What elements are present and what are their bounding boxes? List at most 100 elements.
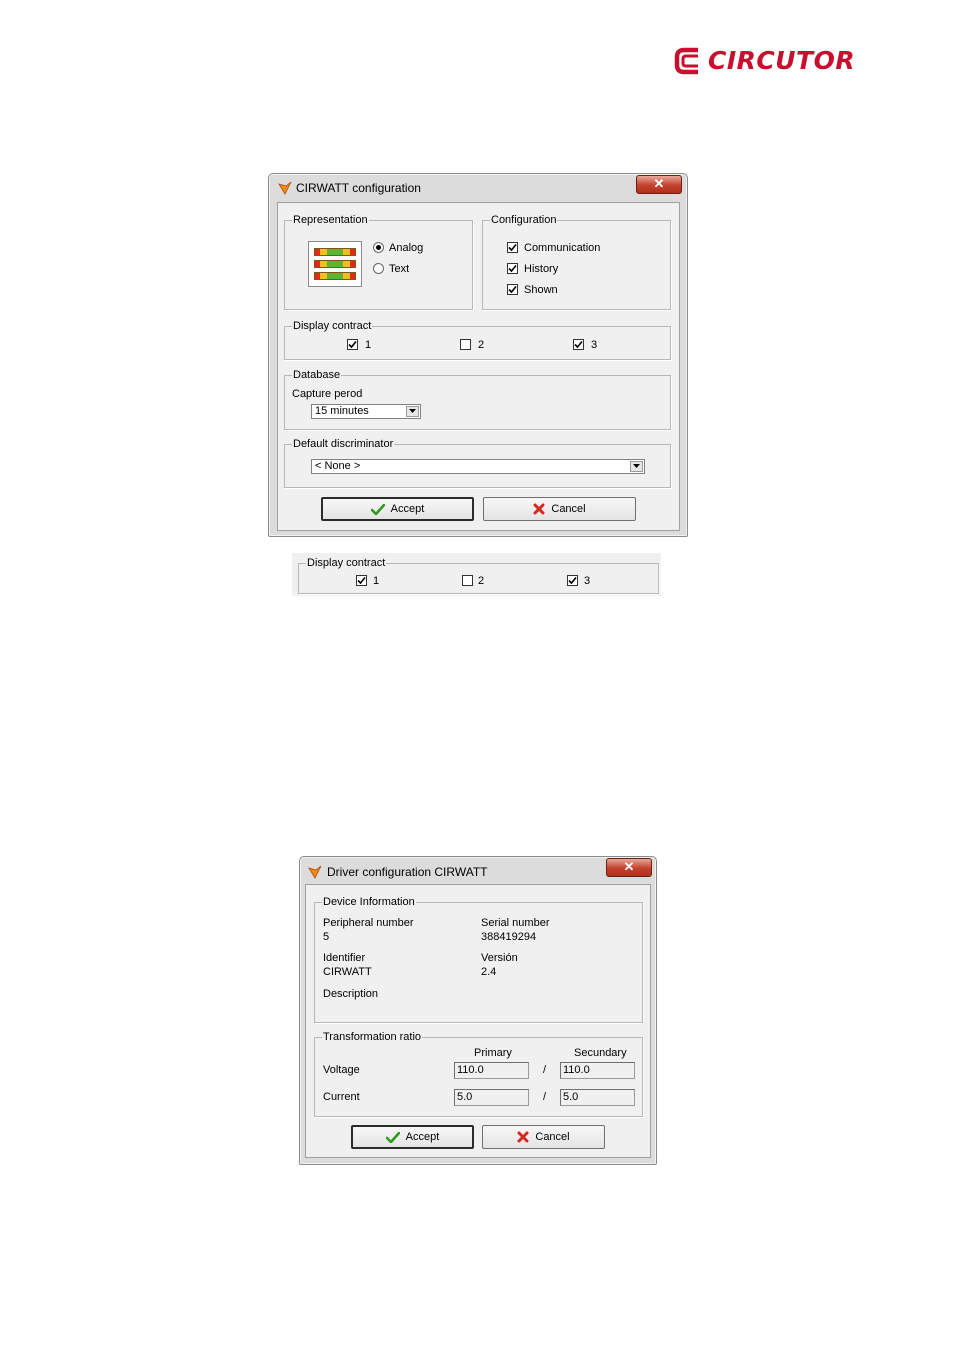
- capture-period-label: Capture perod: [292, 388, 363, 400]
- identifier-value: CIRWATT: [323, 966, 372, 978]
- crop-display-contract-legend: Display contract: [306, 556, 387, 570]
- radio-text[interactable]: [373, 263, 384, 274]
- transformation-ratio-group: Transformation ratio Primary Secundary V…: [314, 1030, 643, 1117]
- device-information-legend: Device Information: [322, 895, 416, 909]
- voltage-primary-value: 110.0: [457, 1064, 484, 1076]
- display-contract-legend: Display contract: [292, 319, 373, 333]
- accept-label: Accept: [390, 503, 425, 516]
- crop-contract-3-label: 3: [584, 575, 591, 587]
- check-icon: [357, 576, 366, 585]
- current-secondary-value: 5.0: [563, 1091, 579, 1103]
- checkbox-contract-3[interactable]: [573, 339, 584, 350]
- configuration-group: Configuration Communication History Show…: [482, 213, 671, 310]
- discriminator-value: < None >: [315, 460, 361, 472]
- circutor-logo: CIRCUTOR: [672, 44, 855, 80]
- checkbox-contract-1[interactable]: [347, 339, 358, 350]
- cancel-label: Cancel: [551, 503, 586, 516]
- contract-3-label: 3: [591, 339, 598, 351]
- circutor-logo-mark: [674, 47, 698, 75]
- chevron-down-icon[interactable]: [406, 406, 419, 417]
- dialog-client-area: Device Information Peripheral number 5 S…: [305, 884, 651, 1158]
- check-icon: [508, 264, 517, 273]
- radio-text-label: Text: [389, 263, 410, 275]
- primary-header: Primary: [474, 1047, 512, 1059]
- cirwatt-configuration-dialog: CIRWATT configuration ✕ Representation A…: [268, 173, 688, 537]
- current-label: Current: [323, 1091, 360, 1103]
- discriminator-select[interactable]: < None >: [311, 459, 645, 474]
- accept-label: Accept: [405, 1131, 440, 1144]
- checkbox-shown[interactable]: [507, 284, 518, 295]
- radio-analog-label: Analog: [389, 242, 424, 254]
- voltage-primary-field[interactable]: 110.0: [454, 1062, 529, 1079]
- serial-number-label: Serial number: [481, 917, 550, 929]
- red-x-icon: [517, 1131, 529, 1143]
- logo-text: CIRCUTOR: [708, 46, 856, 75]
- dialog-client-area: Representation Analog Text Configuration…: [277, 202, 680, 531]
- check-icon: [508, 243, 517, 252]
- identifier-label: Identifier: [323, 952, 366, 964]
- red-x-icon: [533, 503, 545, 515]
- check-icon: [508, 285, 517, 294]
- configuration-legend: Configuration: [490, 213, 558, 227]
- crop-contract-2-label: 2: [478, 575, 485, 587]
- version-value: 2.4: [481, 966, 497, 978]
- peripheral-number-label: Peripheral number: [323, 917, 414, 929]
- checkbox-communication[interactable]: [507, 242, 518, 253]
- app-icon: [278, 181, 292, 195]
- crop-checkbox-contract-3[interactable]: [567, 575, 578, 586]
- cancel-button[interactable]: Cancel: [482, 1125, 605, 1149]
- cancel-button[interactable]: Cancel: [483, 497, 636, 521]
- peripheral-number-value: 5: [323, 931, 330, 943]
- check-icon: [568, 576, 577, 585]
- ratio-separator: /: [543, 1064, 547, 1076]
- default-discriminator-group: Default discriminator < None >: [284, 437, 671, 488]
- analog-preview-image: [308, 241, 362, 287]
- contract-1-label: 1: [365, 339, 372, 351]
- radio-selected-dot: [376, 245, 381, 250]
- close-button[interactable]: ✕: [606, 858, 652, 877]
- current-primary-field[interactable]: 5.0: [454, 1089, 529, 1106]
- dialog-title: CIRWATT configuration: [296, 181, 421, 195]
- version-label: Versión: [481, 952, 518, 964]
- check-icon: [348, 340, 357, 349]
- radio-analog[interactable]: [373, 242, 384, 253]
- capture-period-select[interactable]: 15 minutes: [311, 404, 421, 419]
- accept-button[interactable]: Accept: [351, 1125, 474, 1149]
- representation-group: Representation Analog Text: [284, 213, 473, 310]
- database-group: Database Capture perod 15 minutes: [284, 368, 671, 430]
- crop-display-contract-group: Display contract 1 2 3: [298, 556, 659, 594]
- database-legend: Database: [292, 368, 342, 382]
- chevron-down-icon[interactable]: [630, 461, 643, 472]
- shown-label: Shown: [524, 284, 558, 296]
- voltage-secondary-value: 110.0: [563, 1064, 590, 1076]
- crop-contract-1-label: 1: [373, 575, 380, 587]
- transformation-ratio-legend: Transformation ratio: [322, 1030, 423, 1044]
- voltage-label: Voltage: [323, 1064, 360, 1076]
- driver-configuration-dialog: Driver configuration CIRWATT ✕ Device In…: [299, 856, 657, 1165]
- crop-checkbox-contract-1[interactable]: [356, 575, 367, 586]
- current-secondary-field[interactable]: 5.0: [560, 1089, 635, 1106]
- voltage-secondary-field[interactable]: 110.0: [560, 1062, 635, 1079]
- checkbox-history[interactable]: [507, 263, 518, 274]
- analog-bar: [314, 260, 356, 268]
- serial-number-value: 388419294: [481, 931, 537, 943]
- analog-bar: [314, 272, 356, 280]
- display-contract-crop: Display contract 1 2 3: [292, 553, 661, 596]
- cancel-label: Cancel: [535, 1131, 570, 1144]
- default-discriminator-legend: Default discriminator: [292, 437, 395, 451]
- history-label: History: [524, 263, 559, 275]
- crop-checkbox-contract-2[interactable]: [462, 575, 473, 586]
- close-button[interactable]: ✕: [636, 175, 682, 194]
- contract-2-label: 2: [478, 339, 485, 351]
- checkmark-icon: [370, 503, 385, 515]
- accept-button[interactable]: Accept: [321, 497, 474, 521]
- checkmark-icon: [385, 1131, 400, 1143]
- capture-period-value: 15 minutes: [315, 405, 369, 417]
- description-label: Description: [323, 988, 379, 1000]
- app-icon: [308, 865, 322, 879]
- device-information-group: Device Information Peripheral number 5 S…: [314, 895, 643, 1023]
- ratio-separator: /: [543, 1091, 547, 1103]
- display-contract-group: Display contract 1 2 3: [284, 319, 671, 360]
- check-icon: [574, 340, 583, 349]
- checkbox-contract-2[interactable]: [460, 339, 471, 350]
